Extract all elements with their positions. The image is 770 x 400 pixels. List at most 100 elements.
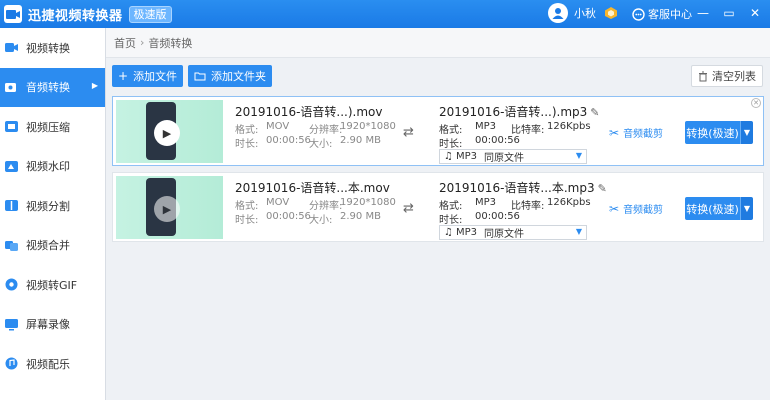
avatar-icon (548, 3, 568, 23)
sidebar-item-label: 视频转GIF (26, 278, 78, 292)
source-format-value: MOV (266, 121, 290, 132)
output-bitrate-value: 126Kpbs (547, 197, 591, 208)
output-bitrate-label: 比特率: (511, 201, 545, 212)
sidebar-item-music[interactable]: 视频配乐 (0, 344, 105, 384)
sidebar-item-label: 视频压缩 (26, 120, 70, 134)
source-resolution-label: 分辨率: (309, 125, 343, 136)
convert-dropdown-icon[interactable]: ▼ (740, 121, 753, 144)
edition-badge: 极速版 (128, 5, 172, 23)
output-file-name[interactable]: 20191016-语音转...本.mp3 ✎ (439, 179, 607, 196)
source-duration-label: 时长: (235, 215, 259, 226)
convert-button-group: 转换(极速) ▼ (685, 121, 753, 144)
output-format-value: MP3 (475, 121, 497, 132)
source-size-label: 大小: (309, 215, 333, 226)
minimize-button[interactable]: — (696, 4, 710, 22)
audio-trim-label: 音频截剪 (623, 129, 664, 140)
split-icon (5, 200, 18, 212)
output-duration-label: 时长: (439, 139, 463, 150)
sidebar-item-watermark[interactable]: 视频水印 (0, 147, 105, 187)
source-format-label: 格式: (235, 201, 259, 212)
sidebar-item-audio-convert[interactable]: 音频转换 ▶ (0, 67, 105, 107)
plus-icon: + (118, 69, 129, 83)
source-format-value: MOV (266, 197, 290, 208)
output-duration-label: 时长: (439, 215, 463, 226)
vip-icon[interactable] (604, 6, 618, 20)
video-convert-icon (5, 43, 18, 53)
breadcrumb-home[interactable]: 首页 (114, 35, 136, 51)
merge-icon (5, 240, 18, 251)
add-folder-button[interactable]: 添加文件夹 (188, 65, 272, 87)
sidebar-item-compress[interactable]: 视频压缩 (0, 107, 105, 147)
chevron-right-icon: ▶ (91, 80, 98, 90)
select-quality: 同原文件 (484, 153, 524, 164)
video-thumbnail: ▶ (116, 176, 223, 239)
sidebar-item-label: 视频水印 (26, 160, 70, 174)
edit-pencil-icon[interactable]: ✎ (590, 106, 599, 119)
source-format-label: 格式: (235, 125, 259, 136)
scissors-icon: ✂ (609, 201, 620, 216)
toolbar: + 添加文件 添加文件夹 清空列表 (106, 58, 770, 94)
edit-pencil-icon[interactable]: ✎ (598, 182, 607, 195)
sidebar-item-screen-record[interactable]: 屏幕录像 (0, 305, 105, 345)
convert-arrow-icon: ⇄ (403, 201, 414, 216)
sidebar-item-split[interactable]: 视频分割 (0, 186, 105, 226)
breadcrumb: 首页 › 音频转换 (106, 28, 770, 58)
add-file-button[interactable]: + 添加文件 (112, 65, 184, 87)
remove-file-icon[interactable]: ✕ (751, 98, 761, 108)
output-file-name[interactable]: 20191016-语音转...).mp3 ✎ (439, 103, 600, 120)
add-file-label: 添加文件 (133, 70, 178, 83)
audio-trim-button[interactable]: ✂ 音频截剪 (609, 125, 664, 141)
source-duration-label: 时长: (235, 139, 259, 150)
audio-trim-label: 音频截剪 (623, 205, 664, 216)
source-resolution-label: 分辨率: (309, 201, 343, 212)
file-row[interactable]: ▶ 20191016-语音转...本.mov 格式: MOV 分辨率: 1920… (112, 172, 764, 242)
username: 小秋 (574, 7, 596, 20)
output-format-label: 格式: (439, 201, 463, 212)
close-button[interactable]: ✕ (748, 4, 762, 22)
sidebar-item-label: 视频分割 (26, 199, 70, 213)
sidebar-item-merge[interactable]: 视频合并 (0, 226, 105, 266)
restore-button[interactable]: ▭ (722, 4, 736, 22)
customer-service-button[interactable]: 客服中心 (632, 6, 692, 22)
source-size-label: 大小: (309, 139, 333, 150)
play-icon[interactable]: ▶ (154, 120, 180, 146)
convert-button[interactable]: 转换(极速) (685, 121, 740, 144)
breadcrumb-current: 音频转换 (148, 36, 193, 50)
source-file-name: 20191016-语音转...).mov (235, 105, 383, 119)
convert-button[interactable]: 转换(极速) (685, 197, 740, 220)
source-duration-value: 00:00:56 (266, 135, 311, 146)
file-row[interactable]: ▶ 20191016-语音转...).mov 格式: MOV 分辨率: 1920… (112, 96, 764, 166)
sidebar-item-gif[interactable]: 视频转GIF (0, 265, 105, 305)
convert-button-group: 转换(极速) ▼ (685, 197, 753, 220)
play-icon[interactable]: ▶ (154, 196, 180, 222)
source-resolution-value: 1920*1080 (340, 197, 396, 208)
app-title: 迅捷视频转换器 (28, 8, 123, 24)
clear-list-button[interactable]: 清空列表 (691, 65, 763, 87)
convert-dropdown-icon[interactable]: ▼ (740, 197, 753, 220)
sidebar: 视频转换 音频转换 ▶ 视频压缩 视频水印 视频分割 视频合并 视频转GIF 屏… (0, 28, 106, 400)
output-format-select[interactable]: ♫ MP3 同原文件 ▼ (439, 225, 587, 240)
output-format-label: 格式: (439, 125, 463, 136)
audio-trim-button[interactable]: ✂ 音频截剪 (609, 201, 664, 217)
sidebar-item-label: 视频转换 (26, 41, 70, 55)
chevron-down-icon: ▼ (575, 227, 582, 236)
title-bar: 迅捷视频转换器 极速版 小秋 客服中心 — ▭ ✕ (0, 0, 770, 28)
sidebar-item-label: 视频合并 (26, 239, 70, 253)
source-size-value: 2.90 MB (340, 211, 381, 222)
compress-icon (5, 121, 18, 133)
source-resolution-value: 1920*1080 (340, 121, 396, 132)
chevron-down-icon: ▼ (575, 151, 582, 160)
sidebar-item-video-convert[interactable]: 视频转换 (0, 28, 105, 68)
user-account[interactable]: 小秋 (548, 3, 596, 23)
output-format-select[interactable]: ♫ MP3 同原文件 ▼ (439, 149, 587, 164)
output-file-name-text: 20191016-语音转...本.mp3 (439, 181, 595, 195)
file-list: ▶ 20191016-语音转...).mov 格式: MOV 分辨率: 1920… (112, 96, 764, 248)
screen-record-icon (5, 318, 18, 331)
chat-icon (632, 7, 645, 21)
source-file-name: 20191016-语音转...本.mov (235, 181, 390, 195)
music-note-icon: ♫ (444, 227, 453, 238)
output-bitrate-label: 比特率: (511, 125, 545, 136)
music-icon (5, 357, 18, 370)
app-logo-icon (4, 5, 22, 23)
clear-list-label: 清空列表 (712, 70, 756, 83)
